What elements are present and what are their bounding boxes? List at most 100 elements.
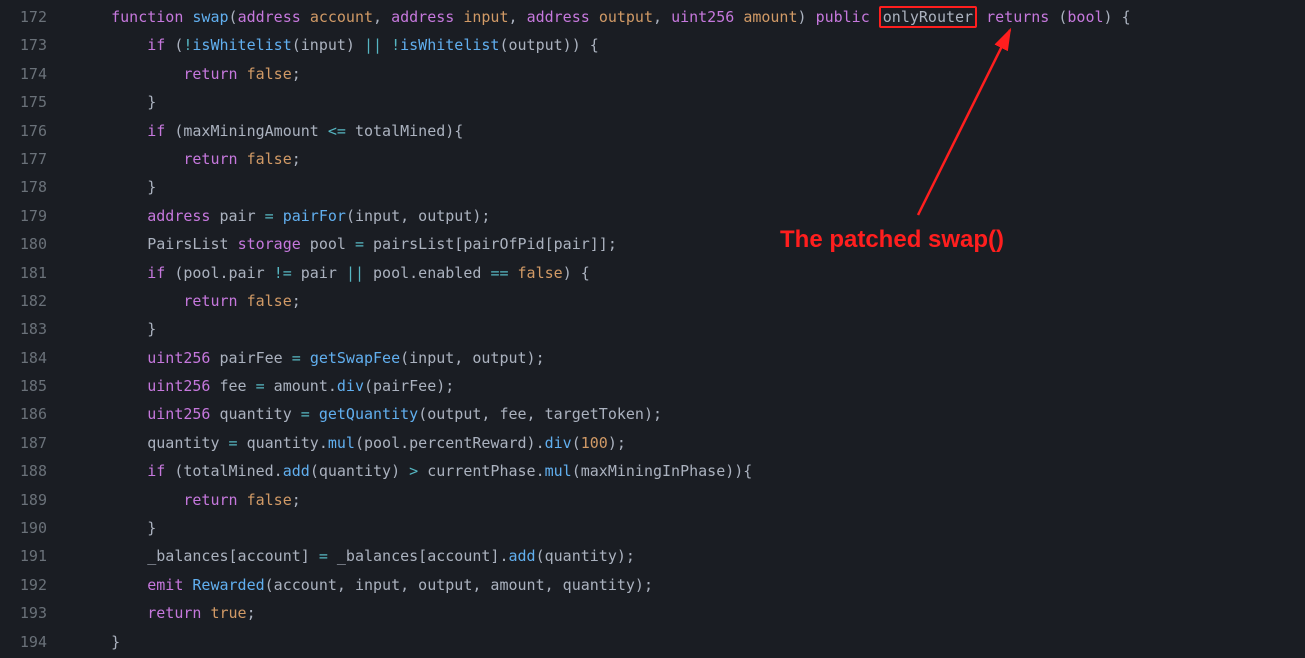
code-line[interactable]: 191 _balances[account] = _balances[accou…: [0, 543, 1305, 571]
code-line[interactable]: 177 return false;: [0, 146, 1305, 174]
code-line[interactable]: 178 }: [0, 174, 1305, 202]
code-content[interactable]: uint256 pairFee = getSwapFee(input, outp…: [75, 345, 1305, 373]
code-token: pair: [292, 264, 346, 282]
code-line[interactable]: 194 }: [0, 629, 1305, 657]
code-content[interactable]: uint256 fee = amount.div(pairFee);: [75, 373, 1305, 401]
code-token: [75, 405, 147, 423]
code-token: [75, 349, 147, 367]
code-line[interactable]: 182 return false;: [0, 288, 1305, 316]
code-content[interactable]: }: [75, 316, 1305, 344]
code-content[interactable]: function swap(address account, address i…: [75, 4, 1305, 32]
code-token: return: [183, 65, 237, 83]
code-token: =: [292, 349, 301, 367]
code-token: (pool.pair: [165, 264, 273, 282]
code-line[interactable]: 190 }: [0, 515, 1305, 543]
code-line[interactable]: 180 PairsList storage pool = pairsList[p…: [0, 231, 1305, 259]
line-number: 185: [0, 373, 75, 401]
line-number: 182: [0, 288, 75, 316]
code-token: pairFee: [210, 349, 291, 367]
code-content[interactable]: }: [75, 89, 1305, 117]
code-token: false: [247, 65, 292, 83]
code-content[interactable]: _balances[account] = _balances[account].…: [75, 543, 1305, 571]
code-content[interactable]: if (maxMiningAmount <= totalMined){: [75, 118, 1305, 146]
code-token: return: [183, 491, 237, 509]
code-token: false: [247, 150, 292, 168]
code-token: ==: [490, 264, 508, 282]
code-token: currentPhase.: [418, 462, 544, 480]
line-number: 176: [0, 118, 75, 146]
code-token: }: [75, 178, 156, 196]
code-token: returns: [986, 8, 1049, 26]
code-token: amount.: [265, 377, 337, 395]
code-token: [75, 576, 147, 594]
code-content[interactable]: return false;: [75, 288, 1305, 316]
code-content[interactable]: if (totalMined.add(quantity) > currentPh…: [75, 458, 1305, 486]
code-token: (pairFee);: [364, 377, 454, 395]
code-content[interactable]: }: [75, 174, 1305, 202]
code-content[interactable]: }: [75, 515, 1305, 543]
code-content[interactable]: uint256 quantity = getQuantity(output, f…: [75, 401, 1305, 429]
code-line[interactable]: 179 address pair = pairFor(input, output…: [0, 203, 1305, 231]
code-line[interactable]: 187 quantity = quantity.mul(pool.percent…: [0, 430, 1305, 458]
code-token: =: [301, 405, 310, 423]
line-number: 191: [0, 543, 75, 571]
code-line[interactable]: 186 uint256 quantity = getQuantity(outpu…: [0, 401, 1305, 429]
code-token: [310, 405, 319, 423]
code-token: (maxMiningAmount: [165, 122, 328, 140]
code-content[interactable]: }: [75, 629, 1305, 657]
code-token: pairsList[pairOfPid[pair]];: [364, 235, 617, 253]
line-number: 180: [0, 231, 75, 259]
code-content[interactable]: return false;: [75, 61, 1305, 89]
line-number: 172: [0, 4, 75, 32]
code-token: PairsList: [75, 235, 238, 253]
code-token: (account, input, output, amount, quantit…: [265, 576, 653, 594]
code-line[interactable]: 176 if (maxMiningAmount <= totalMined){: [0, 118, 1305, 146]
code-token: (: [165, 36, 183, 54]
code-token: getQuantity: [319, 405, 418, 423]
code-line[interactable]: 188 if (totalMined.add(quantity) > curre…: [0, 458, 1305, 486]
code-token: _balances[account]: [75, 547, 319, 565]
code-token: quantity: [210, 405, 300, 423]
code-line[interactable]: 189 return false;: [0, 487, 1305, 515]
code-line[interactable]: 172 function swap(address account, addre…: [0, 4, 1305, 32]
code-token: [734, 8, 743, 26]
code-line[interactable]: 181 if (pool.pair != pair || pool.enable…: [0, 260, 1305, 288]
code-content[interactable]: return false;: [75, 146, 1305, 174]
code-content[interactable]: return true;: [75, 600, 1305, 628]
code-line[interactable]: 175 }: [0, 89, 1305, 117]
code-token: ;: [292, 150, 301, 168]
line-number: 177: [0, 146, 75, 174]
code-line[interactable]: 183 }: [0, 316, 1305, 344]
code-content[interactable]: address pair = pairFor(input, output);: [75, 203, 1305, 231]
code-content[interactable]: if (pool.pair != pair || pool.enabled ==…: [75, 260, 1305, 288]
code-line[interactable]: 192 emit Rewarded(account, input, output…: [0, 572, 1305, 600]
code-content[interactable]: PairsList storage pool = pairsList[pairO…: [75, 231, 1305, 259]
code-token: (quantity): [310, 462, 409, 480]
code-token: public: [816, 8, 870, 26]
code-token: if: [147, 122, 165, 140]
code-token: (output, fee, targetToken);: [418, 405, 662, 423]
code-token: =: [355, 235, 364, 253]
code-content[interactable]: if (!isWhitelist(input) || !isWhitelist(…: [75, 32, 1305, 60]
code-content[interactable]: quantity = quantity.mul(pool.percentRewa…: [75, 430, 1305, 458]
code-line[interactable]: 173 if (!isWhitelist(input) || !isWhitel…: [0, 32, 1305, 60]
code-token: uint256: [147, 405, 210, 423]
code-token: pair: [210, 207, 264, 225]
line-number: 187: [0, 430, 75, 458]
code-token: bool: [1067, 8, 1103, 26]
code-token: ;: [292, 292, 301, 310]
code-line[interactable]: 193 return true;: [0, 600, 1305, 628]
code-token: add: [509, 547, 536, 565]
code-content[interactable]: emit Rewarded(account, input, output, am…: [75, 572, 1305, 600]
code-editor[interactable]: 172 function swap(address account, addre…: [0, 0, 1305, 657]
code-token: address: [147, 207, 210, 225]
code-token: false: [247, 292, 292, 310]
code-token: isWhitelist: [400, 36, 499, 54]
code-token: 100: [581, 434, 608, 452]
code-line[interactable]: 184 uint256 pairFee = getSwapFee(input, …: [0, 345, 1305, 373]
code-token: if: [147, 36, 165, 54]
code-line[interactable]: 174 return false;: [0, 61, 1305, 89]
line-number: 175: [0, 89, 75, 117]
code-content[interactable]: return false;: [75, 487, 1305, 515]
code-line[interactable]: 185 uint256 fee = amount.div(pairFee);: [0, 373, 1305, 401]
